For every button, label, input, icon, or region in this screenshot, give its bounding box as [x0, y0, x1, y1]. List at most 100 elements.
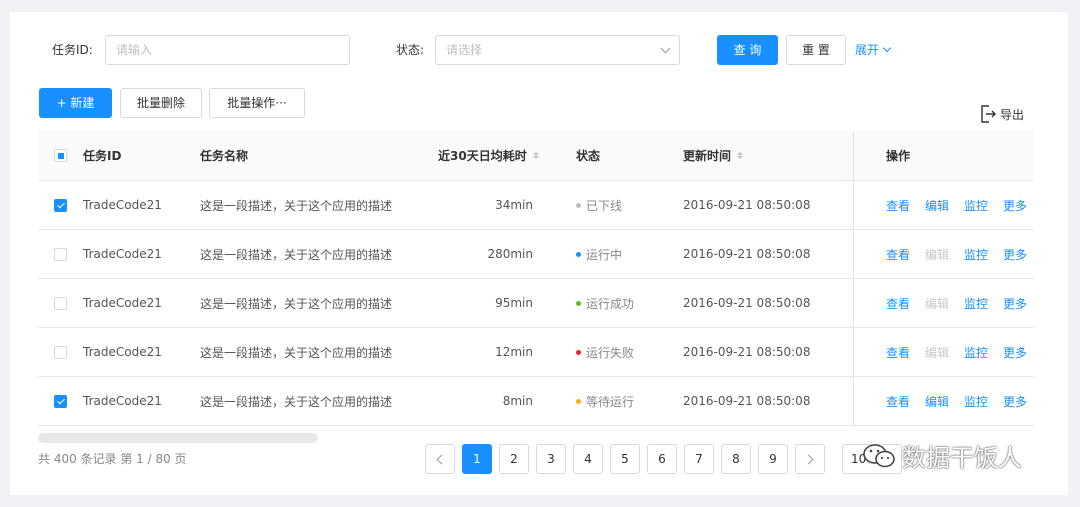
column-header-id: 任务ID — [83, 149, 122, 163]
monitor-link[interactable]: 监控 — [964, 344, 988, 361]
monitor-link[interactable]: 监控 — [964, 295, 988, 312]
page-button-9[interactable]: 9 — [758, 444, 788, 474]
column-header-avg-time-label: 近30天日均耗时 — [438, 149, 527, 163]
row-updated: 2016-09-21 08:50:08 — [683, 345, 811, 359]
monitor-link[interactable]: 监控 — [964, 246, 988, 263]
export-button[interactable]: 导出 — [980, 105, 1024, 123]
chevron-down-icon — [882, 43, 892, 53]
reset-button[interactable]: 重 置 — [786, 35, 846, 65]
page-button-1[interactable]: 1 — [462, 444, 492, 474]
status-dot-icon — [576, 202, 581, 208]
row-avg-time: 8min — [502, 394, 533, 408]
task-id-input[interactable]: 请输入 — [105, 35, 350, 65]
page-button-2[interactable]: 2 — [499, 444, 529, 474]
batch-ops-button[interactable]: 批量操作··· — [209, 88, 305, 118]
row-task-id: TradeCode21 — [83, 345, 162, 359]
sort-icon[interactable] — [737, 152, 744, 159]
view-link[interactable]: 查看 — [886, 393, 910, 410]
page-button-7[interactable]: 7 — [684, 444, 714, 474]
row-avg-time: 34min — [495, 198, 533, 212]
row-avg-time: 280min — [487, 247, 533, 261]
table-row: TradeCode21 这是一段描述，关于这个应用的描述 8min 等待运行 2… — [38, 377, 1034, 426]
fixed-column-divider — [853, 131, 854, 428]
row-ops: 查看 编辑 监控 更多 — [886, 279, 1042, 327]
page-button-6[interactable]: 6 — [647, 444, 677, 474]
table-row: TradeCode21 这是一段描述，关于这个应用的描述 95min 运行成功 … — [38, 279, 1034, 328]
row-status: 已下线 — [576, 181, 622, 229]
chevron-down-icon — [660, 43, 671, 54]
expand-toggle[interactable]: 展开 — [855, 41, 892, 58]
more-link[interactable]: 更多 — [1003, 295, 1027, 312]
row-checkbox[interactable] — [54, 296, 67, 310]
edit-link[interactable]: 编辑 — [925, 393, 949, 410]
query-button[interactable]: 查 询 — [717, 35, 778, 65]
more-link[interactable]: 更多 — [1003, 344, 1027, 361]
row-status: 运行中 — [576, 230, 622, 278]
horizontal-scrollbar[interactable] — [38, 433, 318, 443]
row-status: 运行成功 — [576, 279, 634, 327]
row-task-id: TradeCode21 — [83, 394, 162, 408]
column-header-updated-label: 更新时间 — [683, 149, 732, 163]
monitor-link[interactable]: 监控 — [964, 197, 988, 214]
column-header-ops: 操作 — [886, 149, 911, 163]
row-checkbox[interactable] — [54, 345, 67, 359]
new-button[interactable]: + 新建 — [39, 88, 112, 118]
column-header-updated[interactable]: 更新时间 — [683, 131, 744, 180]
expand-label: 展开 — [855, 43, 880, 57]
row-updated: 2016-09-21 08:50:08 — [683, 296, 811, 310]
more-link[interactable]: 更多 — [1003, 246, 1027, 263]
row-checkbox[interactable] — [54, 198, 67, 212]
row-status: 等待运行 — [576, 377, 634, 425]
prev-page-button[interactable] — [425, 444, 455, 474]
total-records: 共 400 条记录 第 1 / 80 页 — [38, 452, 187, 466]
status-dot-icon — [576, 398, 581, 404]
next-page-button[interactable] — [795, 444, 825, 474]
watermark: 数据干饭人 — [862, 438, 1022, 473]
pagination: 1 2 3 4 5 6 7 8 9 — [425, 444, 825, 474]
status-text: 运行中 — [586, 247, 623, 262]
status-select[interactable]: 请选择 — [435, 35, 680, 65]
status-dot-icon — [576, 349, 581, 355]
view-link[interactable]: 查看 — [886, 295, 910, 312]
page-button-4[interactable]: 4 — [573, 444, 603, 474]
row-task-id: TradeCode21 — [83, 247, 162, 261]
status-dot-icon — [576, 251, 581, 257]
more-link[interactable]: 更多 — [1003, 393, 1027, 410]
column-header-name: 任务名称 — [200, 149, 249, 163]
page-button-5[interactable]: 5 — [610, 444, 640, 474]
row-checkbox[interactable] — [54, 394, 67, 408]
table-row: TradeCode21 这是一段描述，关于这个应用的描述 280min 运行中 … — [38, 230, 1034, 279]
batch-delete-button[interactable]: 批量删除 — [120, 88, 202, 118]
row-task-id: TradeCode21 — [83, 296, 162, 310]
column-header-status: 状态 — [576, 149, 601, 163]
status-text: 运行失败 — [586, 345, 635, 360]
select-all-checkbox[interactable] — [54, 149, 67, 162]
view-link[interactable]: 查看 — [886, 344, 910, 361]
row-task-id: TradeCode21 — [83, 198, 162, 212]
page-button-3[interactable]: 3 — [536, 444, 566, 474]
column-header-avg-time[interactable]: 近30天日均耗时 — [438, 131, 539, 180]
task-table: 任务ID 任务名称 近30天日均耗时 状态 更新时间 操作 TradeCode2… — [38, 131, 1034, 428]
page-button-8[interactable]: 8 — [721, 444, 751, 474]
table-header: 任务ID 任务名称 近30天日均耗时 状态 更新时间 操作 — [38, 131, 1034, 181]
sort-icon[interactable] — [532, 152, 539, 159]
task-id-label: 任务ID: — [52, 43, 93, 57]
export-icon — [981, 105, 996, 123]
row-ops: 查看 编辑 监控 更多 — [886, 230, 1042, 278]
monitor-link[interactable]: 监控 — [964, 393, 988, 410]
row-checkbox[interactable] — [54, 247, 67, 261]
more-link[interactable]: 更多 — [1003, 197, 1027, 214]
row-avg-time: 12min — [495, 345, 533, 359]
row-ops: 查看 编辑 监控 更多 — [886, 181, 1042, 229]
view-link[interactable]: 查看 — [886, 197, 910, 214]
export-label: 导出 — [1000, 107, 1025, 122]
chevron-left-icon — [436, 454, 447, 464]
chevron-right-icon — [803, 454, 814, 464]
view-link[interactable]: 查看 — [886, 246, 910, 263]
status-dot-icon — [576, 300, 581, 306]
edit-link[interactable]: 编辑 — [925, 197, 949, 214]
wechat-icon — [863, 443, 895, 467]
status-text: 等待运行 — [586, 394, 635, 409]
row-ops: 查看 编辑 监控 更多 — [886, 377, 1042, 425]
table-row: TradeCode21 这是一段描述，关于这个应用的描述 34min 已下线 2… — [38, 181, 1034, 230]
